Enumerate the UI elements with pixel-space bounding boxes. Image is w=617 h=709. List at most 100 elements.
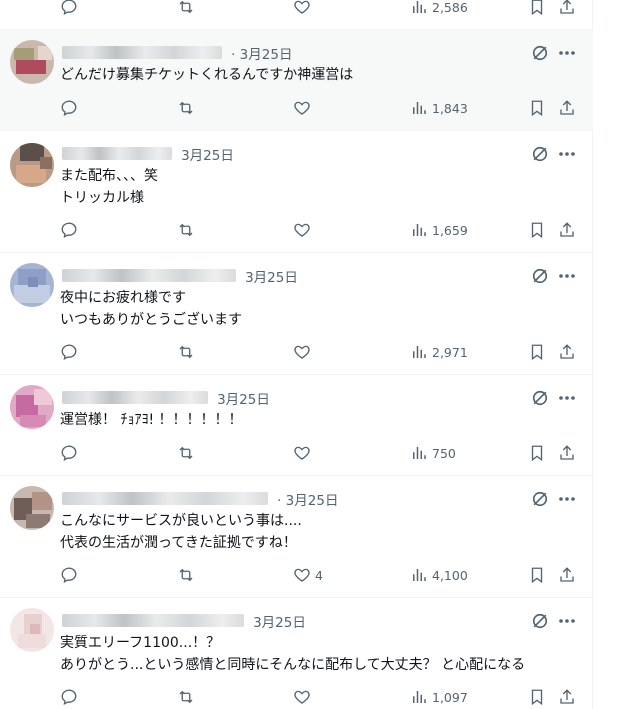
tweet[interactable]: 3月25日 運営様！ ﾁｮｱﾖ! ！！！！！！ 750 bbox=[0, 375, 593, 476]
tweet-line: いつもありがとうございます bbox=[60, 312, 242, 328]
bookmark-button[interactable] bbox=[528, 342, 546, 362]
avatar[interactable] bbox=[10, 263, 54, 307]
tweet-date[interactable]: 3月25日 bbox=[253, 615, 306, 631]
tweet-header: · 3月25日 bbox=[62, 488, 338, 509]
reply-button[interactable] bbox=[60, 687, 78, 707]
share-icon bbox=[560, 689, 574, 704]
tweet-date[interactable]: · 3月25日 bbox=[277, 493, 338, 509]
tweet-date[interactable]: · 3月25日 bbox=[231, 47, 292, 63]
grok-icon[interactable] bbox=[530, 388, 550, 408]
views-count[interactable]: 2,971 bbox=[410, 342, 468, 362]
bookmark-button[interactable] bbox=[528, 687, 546, 707]
reply-button[interactable] bbox=[60, 342, 78, 362]
tweet-date[interactable]: 3月25日 bbox=[245, 270, 298, 286]
retweet-button[interactable] bbox=[176, 342, 196, 362]
tweet-line: トリッカル様 bbox=[60, 190, 144, 206]
tweet-line: こんなにサービスが良いという事は.... bbox=[60, 513, 302, 529]
username-blurred[interactable] bbox=[62, 46, 222, 59]
like-button[interactable] bbox=[293, 98, 315, 118]
retweet-icon bbox=[179, 101, 193, 115]
retweet-button[interactable] bbox=[176, 98, 196, 118]
username-blurred[interactable] bbox=[62, 269, 236, 282]
more-icon[interactable] bbox=[556, 388, 578, 408]
bookmark-icon bbox=[531, 0, 543, 16]
username-blurred[interactable] bbox=[62, 147, 172, 160]
more-icon[interactable] bbox=[556, 489, 578, 509]
like-button[interactable] bbox=[293, 0, 311, 17]
like-button[interactable] bbox=[293, 443, 315, 463]
share-button[interactable] bbox=[558, 220, 576, 240]
username-blurred[interactable] bbox=[62, 391, 208, 404]
retweet-icon bbox=[179, 568, 193, 582]
bookmark-button[interactable] bbox=[528, 565, 546, 585]
views-count[interactable]: 2,586 bbox=[410, 0, 468, 17]
grok-icon[interactable] bbox=[530, 43, 550, 63]
tweet-date[interactable]: 3月25日 bbox=[181, 148, 234, 164]
share-button[interactable] bbox=[558, 443, 576, 463]
tweet[interactable]: · 3月25日 どんだけ募集チケットくれるんですか神運営は 1,843 bbox=[0, 30, 593, 131]
views-count[interactable]: 1,843 bbox=[410, 98, 468, 118]
tweet[interactable]: 3月25日 夜中にお疲れ様です いつもありがとうございます 2,971 bbox=[0, 253, 593, 375]
like-icon bbox=[294, 568, 310, 582]
retweet-button[interactable] bbox=[176, 0, 196, 17]
views-icon bbox=[413, 224, 426, 236]
reply-button[interactable] bbox=[60, 98, 78, 118]
bookmark-button[interactable] bbox=[528, 98, 546, 118]
retweet-button[interactable] bbox=[176, 220, 196, 240]
more-icon[interactable] bbox=[556, 611, 578, 631]
views-count[interactable]: 4,100 bbox=[410, 565, 468, 585]
tweet[interactable]: · 3月25日 こんなにサービスが良いという事は.... 代表の生活が潤ってきた… bbox=[0, 476, 593, 598]
views-count[interactable]: 1,097 bbox=[410, 687, 468, 707]
grok-icon[interactable] bbox=[530, 489, 550, 509]
tweet[interactable]: 3月25日 また配布、、、笑 トリッカル様 1,659 bbox=[0, 131, 593, 253]
avatar[interactable] bbox=[10, 486, 54, 530]
avatar[interactable] bbox=[10, 385, 54, 429]
reply-button[interactable] bbox=[60, 0, 78, 17]
retweet-button[interactable] bbox=[176, 443, 196, 463]
share-button[interactable] bbox=[558, 0, 576, 17]
like-button[interactable] bbox=[293, 342, 315, 362]
tweet-header: 3月25日 bbox=[62, 387, 270, 408]
avatar[interactable] bbox=[10, 608, 54, 652]
views-label: 1,659 bbox=[432, 222, 468, 238]
more-icon[interactable] bbox=[556, 144, 578, 164]
grok-icon[interactable] bbox=[530, 611, 550, 631]
views-count[interactable]: 750 bbox=[410, 443, 456, 463]
username-blurred[interactable] bbox=[62, 492, 268, 505]
views-label: 1,843 bbox=[432, 100, 468, 116]
retweet-icon bbox=[179, 345, 193, 359]
views-icon bbox=[413, 1, 426, 13]
bookmark-icon bbox=[531, 222, 543, 239]
share-button[interactable] bbox=[558, 565, 576, 585]
bookmark-button[interactable] bbox=[528, 220, 546, 240]
reply-icon bbox=[61, 344, 77, 361]
tweet[interactable]: 3月25日 実質エリーフ1100...！？ ありがとう...という感情と同時にそ… bbox=[0, 598, 593, 709]
reply-button[interactable] bbox=[60, 220, 78, 240]
retweet-button[interactable] bbox=[176, 565, 196, 585]
share-button[interactable] bbox=[558, 342, 576, 362]
like-button[interactable]: 4 bbox=[293, 565, 323, 585]
username-blurred[interactable] bbox=[62, 614, 244, 627]
action-bar: 750 bbox=[0, 443, 593, 463]
reply-button[interactable] bbox=[60, 565, 78, 585]
like-button[interactable] bbox=[293, 220, 315, 240]
bookmark-icon bbox=[531, 100, 543, 117]
tweet-text: 運営様！ ﾁｮｱﾖ! ！！！！！！ bbox=[60, 409, 243, 431]
avatar[interactable] bbox=[10, 40, 54, 84]
grok-icon[interactable] bbox=[530, 144, 550, 164]
views-label: 1,097 bbox=[432, 689, 468, 705]
reply-button[interactable] bbox=[60, 443, 78, 463]
more-icon[interactable] bbox=[556, 266, 578, 286]
retweet-button[interactable] bbox=[176, 687, 196, 707]
bookmark-button[interactable] bbox=[528, 443, 546, 463]
share-button[interactable] bbox=[558, 687, 576, 707]
share-icon bbox=[560, 344, 574, 359]
views-count[interactable]: 1,659 bbox=[410, 220, 468, 240]
grok-icon[interactable] bbox=[530, 266, 550, 286]
avatar[interactable] bbox=[10, 143, 54, 187]
share-button[interactable] bbox=[558, 98, 576, 118]
more-icon[interactable] bbox=[556, 43, 578, 63]
like-button[interactable] bbox=[293, 687, 315, 707]
bookmark-button[interactable] bbox=[528, 0, 546, 17]
tweet-date[interactable]: 3月25日 bbox=[217, 392, 270, 408]
